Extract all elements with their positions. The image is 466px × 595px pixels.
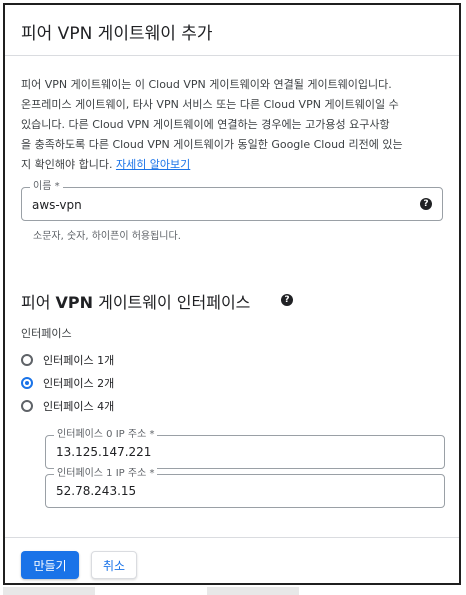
radio-label: 인터페이스 2개: [43, 377, 115, 390]
dialog-title: 피어 VPN 게이트웨이 추가: [21, 24, 213, 44]
description-line: 지 확인해야 합니다. 자세히 알아보기: [21, 155, 453, 175]
interface-0-ip-label: 인터페이스 0 IP 주소 *: [54, 428, 158, 442]
section-title-suffix: 게이트웨이 인터페이스: [93, 293, 251, 312]
radio-button-checked[interactable]: [21, 377, 33, 389]
section-title-prefix: 피어: [21, 293, 56, 312]
interface-1-ip-label: 인터페이스 1 IP 주소 *: [54, 467, 158, 481]
learn-more-link[interactable]: 자세히 알아보기: [116, 158, 190, 171]
background-strip: [3, 587, 95, 595]
name-field-label: 이름 *: [30, 180, 63, 194]
add-peer-vpn-gateway-dialog: 피어 VPN 게이트웨이 추가 피어 VPN 게이트웨이는 이 Cloud VP…: [3, 3, 461, 585]
name-input[interactable]: aws-vpn: [32, 198, 82, 212]
interface-0-ip-field[interactable]: 인터페이스 0 IP 주소 * 13.125.147.221: [45, 428, 445, 469]
title-divider: [5, 55, 459, 56]
interfaces-label: 인터페이스: [21, 327, 72, 340]
interface-1-ip-field[interactable]: 인터페이스 1 IP 주소 * 52.78.243.15: [45, 467, 445, 508]
help-circle-icon[interactable]: ?: [281, 294, 293, 306]
radio-button[interactable]: [21, 354, 33, 366]
radio-label: 인터페이스 4개: [43, 400, 115, 413]
radio-label: 인터페이스 1개: [43, 354, 115, 367]
name-field-hint: 소문자, 숫자, 하이픈이 허용됩니다.: [33, 231, 181, 242]
footer-divider: [5, 537, 459, 538]
radio-option-4-interfaces[interactable]: 인터페이스 4개: [21, 397, 114, 415]
create-button[interactable]: 만들기: [21, 551, 79, 579]
interface-1-ip-input[interactable]: 52.78.243.15: [56, 484, 136, 498]
description-line: 온프레미스 게이트웨이, 타사 VPN 서비스 또는 다른 Cloud VPN …: [21, 98, 399, 111]
description-last-text: 지 확인해야 합니다.: [21, 158, 116, 171]
description-line: 을 충족하도록 다른 Cloud VPN 게이트웨이가 동일한 Google C…: [21, 138, 403, 151]
interface-0-ip-input[interactable]: 13.125.147.221: [56, 445, 151, 459]
radio-option-2-interfaces[interactable]: 인터페이스 2개: [21, 374, 114, 392]
section-title-vpn: VPN: [55, 293, 94, 312]
radio-option-1-interface[interactable]: 인터페이스 1개: [21, 351, 114, 369]
radio-button[interactable]: [21, 400, 33, 412]
dialog-description: 피어 VPN 게이트웨이는 이 Cloud VPN 게이트웨이와 연결될 게이트…: [21, 75, 453, 175]
description-line: 피어 VPN 게이트웨이는 이 Cloud VPN 게이트웨이와 연결될 게이트…: [21, 78, 392, 91]
help-circle-icon[interactable]: ?: [420, 198, 432, 210]
cancel-button[interactable]: 취소: [91, 551, 137, 579]
description-line: 있습니다. 다른 Cloud VPN 게이트웨이에 연결하는 경우에는 고가용성…: [21, 118, 390, 131]
name-field[interactable]: 이름 * aws-vpn ?: [21, 180, 443, 221]
interfaces-section-title: 피어 VPN 게이트웨이 인터페이스: [21, 289, 250, 313]
background-strip: [207, 587, 299, 595]
